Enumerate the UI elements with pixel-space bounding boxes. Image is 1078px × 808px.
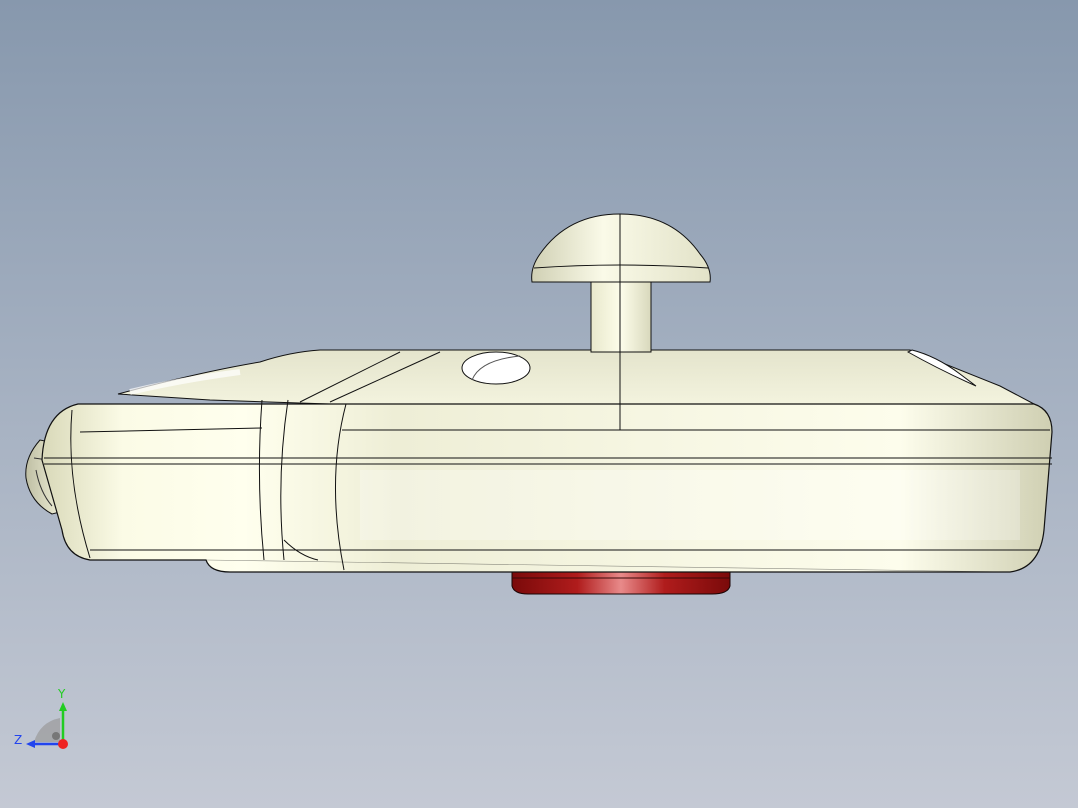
z-axis-arrowhead-icon [26,740,35,748]
z-axis-label: Z [14,733,22,747]
orientation-triad[interactable]: Y Z [10,684,80,754]
housing-top-part[interactable] [117,349,1035,405]
joystick-dome-part[interactable] [531,213,711,283]
cad-graphics-viewport[interactable]: Y Z [0,0,1078,808]
y-axis-arrowhead-icon [59,702,67,711]
cad-model-view[interactable] [0,0,1078,808]
x-axis-dot-icon [58,739,68,749]
housing-main-body[interactable] [41,399,1053,573]
y-axis-label: Y [57,687,66,701]
triad-origin-icon [52,732,60,740]
red-button-part[interactable] [511,571,731,595]
